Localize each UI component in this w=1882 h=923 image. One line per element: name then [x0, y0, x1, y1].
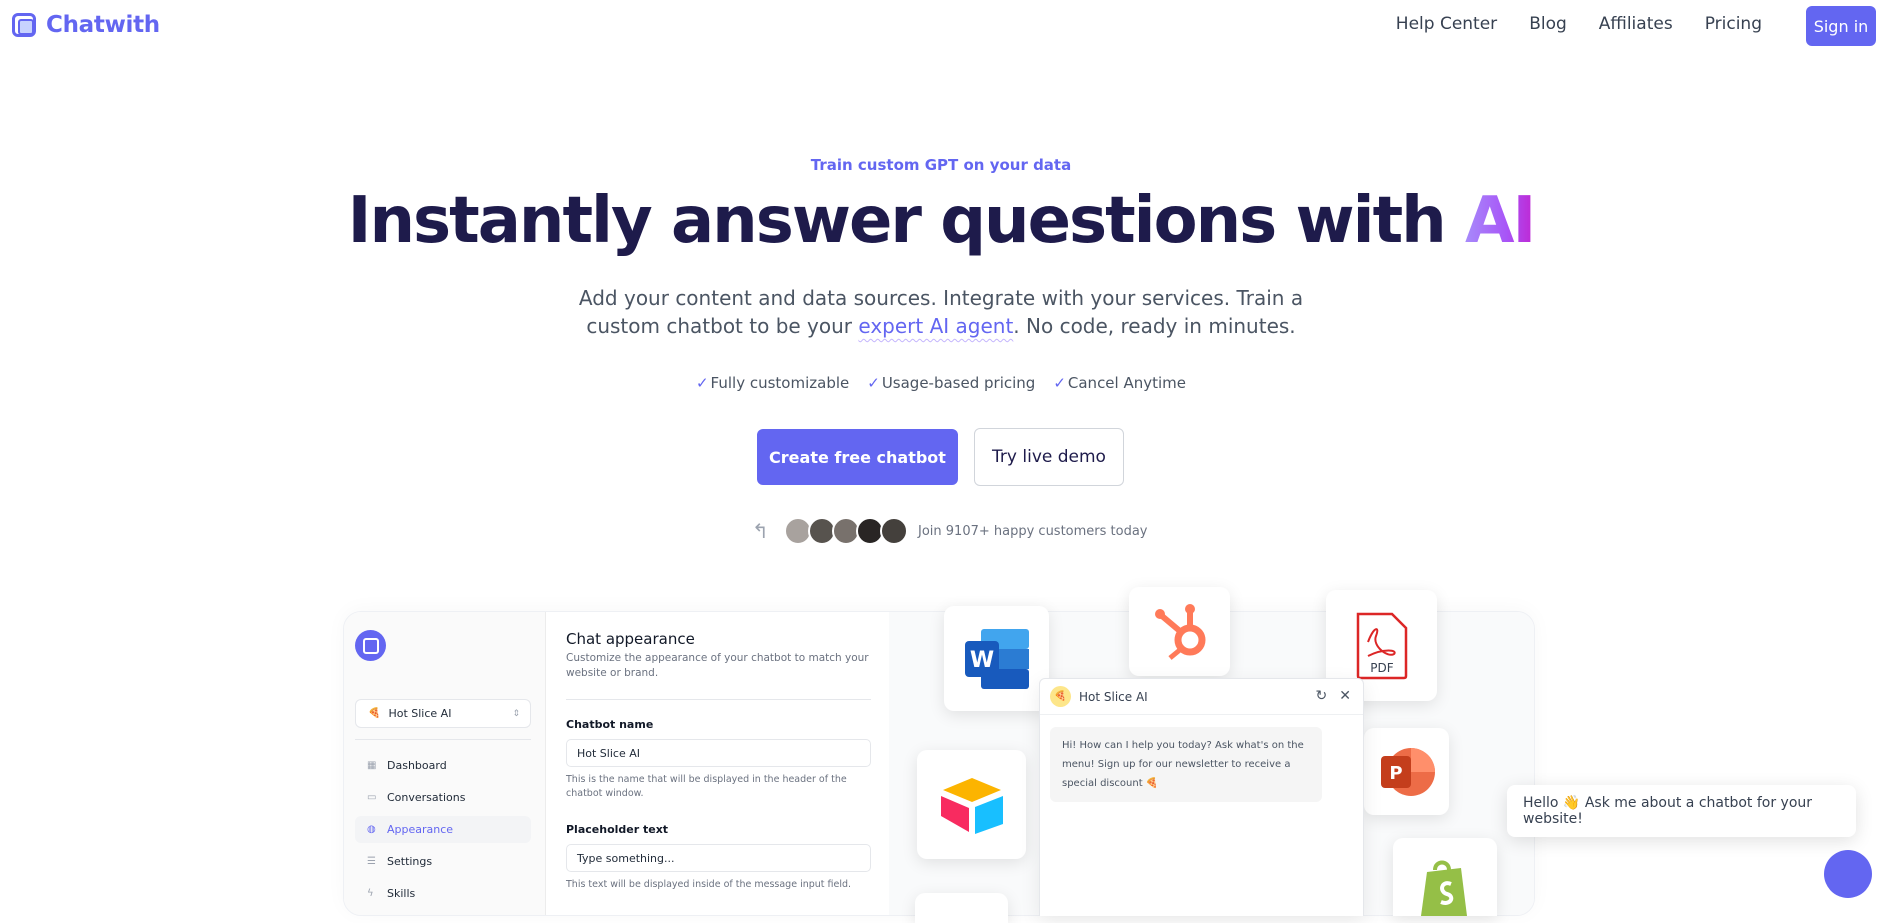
- live-demo-button[interactable]: Try live demo: [974, 428, 1124, 486]
- word-letter: W: [969, 648, 993, 673]
- chat-preview-window: 🍕 Hot Slice AI ↻ ✕ Hi! How can I help yo…: [1039, 678, 1364, 916]
- sidebar-item-dashboard[interactable]: ▦ Dashboard: [355, 752, 531, 779]
- sidebar-item-label: Settings: [387, 855, 433, 868]
- chatbot-name-input[interactable]: Hot Slice AI: [566, 739, 871, 767]
- pizza-icon: 🍕: [1050, 686, 1071, 707]
- placeholder-text-input[interactable]: Type something...: [566, 844, 871, 872]
- customer-avatars: [784, 517, 908, 545]
- check-icon: ✓: [695, 374, 709, 392]
- create-chatbot-button[interactable]: Create free chatbot: [757, 429, 958, 485]
- word-icon: W: [944, 606, 1049, 711]
- app-logo-icon: [355, 630, 386, 661]
- chat-message: Hi! How can I help you today? Ask what's…: [1050, 727, 1322, 802]
- social-proof: ↰ Join 9107+ happy customers today: [752, 515, 1148, 547]
- chevron-updown-icon: ⇕: [512, 708, 520, 719]
- curved-arrow-icon: ↰: [752, 519, 769, 543]
- chat-bot-name: Hot Slice AI: [1079, 689, 1148, 704]
- sidebar-menu: ▦ Dashboard ▭ Conversations ◍ Appearance ☰ S…: [355, 752, 531, 912]
- chat-header: 🍕 Hot Slice AI ↻ ✕: [1040, 679, 1363, 715]
- sliders-icon: ☰: [367, 856, 376, 867]
- sidebar-item-skills[interactable]: ϟ Skills: [355, 880, 531, 907]
- check-label: Fully customizable: [710, 374, 850, 392]
- palette-icon: ◍: [367, 824, 376, 835]
- sidebar-item-label: Skills: [387, 887, 416, 900]
- hero-title: Instantly answer questions with AI: [0, 184, 1882, 258]
- nav-link-help-center[interactable]: Help Center: [1396, 14, 1497, 34]
- form-title: Chat appearance: [566, 630, 695, 648]
- social-proof-text: Join 9107+ happy customers today: [918, 523, 1148, 539]
- sign-in-button[interactable]: Sign in: [1806, 6, 1876, 46]
- close-icon[interactable]: ✕: [1339, 688, 1351, 704]
- ppt-letter: P: [1389, 763, 1402, 784]
- hubspot-icon: [1129, 587, 1230, 676]
- bolt-icon: ϟ: [367, 888, 374, 899]
- sidebar-item-appearance[interactable]: ◍ Appearance: [355, 816, 531, 843]
- powerpoint-icon: P: [1364, 728, 1449, 815]
- feature-checks: ✓ Fully customizable ✓ Usage-based pricing…: [0, 374, 1882, 392]
- chat-controls: ↻ ✕: [1316, 688, 1351, 704]
- sidebar-item-label: Appearance: [387, 823, 454, 836]
- chat-widget-bubble[interactable]: Hello 👋 Ask me about a chatbot for your …: [1507, 785, 1856, 837]
- top-nav: Chatwith Help Center Blog Affiliates Pri…: [0, 0, 1882, 52]
- appearance-form: Chat appearance Customize the appearance…: [546, 612, 889, 915]
- refresh-icon[interactable]: ↻: [1316, 688, 1328, 704]
- pdf-label: PDF: [1370, 661, 1393, 675]
- check-item: ✓ Usage-based pricing: [867, 374, 1035, 392]
- check-label: Usage-based pricing: [881, 374, 1036, 392]
- bot-selector-label: Hot Slice AI: [388, 707, 452, 720]
- nav-link-pricing[interactable]: Pricing: [1705, 14, 1762, 34]
- chatbot-name-label: Chatbot name: [566, 718, 654, 731]
- divider: [566, 699, 871, 700]
- hero-title-main: Instantly answer questions with: [347, 184, 1466, 258]
- divider: [355, 739, 531, 740]
- logo-icon: [12, 13, 36, 37]
- nav-link-blog[interactable]: Blog: [1529, 14, 1567, 34]
- sidebar-item-settings[interactable]: ☰ Settings: [355, 848, 531, 875]
- shopify-icon: [1393, 838, 1497, 916]
- grid-icon: ▦: [367, 760, 377, 771]
- placeholder-text-help: This text will be displayed inside of th…: [566, 879, 852, 890]
- logo-text: Chatwith: [46, 12, 160, 38]
- inbox-icon: ▭: [367, 792, 377, 803]
- hero-subtitle-highlight: expert AI agent: [858, 314, 1014, 338]
- airtable-icon: [917, 750, 1026, 859]
- hero-eyebrow: Train custom GPT on your data: [810, 156, 1072, 174]
- chat-launcher-button[interactable]: [1824, 850, 1872, 898]
- placeholder-text-label: Placeholder text: [566, 823, 669, 836]
- sidebar-item-label: Conversations: [387, 791, 466, 804]
- nav-link-affiliates[interactable]: Affiliates: [1599, 14, 1673, 34]
- nav-links: Help Center Blog Affiliates Pricing: [1396, 14, 1762, 34]
- sidebar-item-conversations[interactable]: ▭ Conversations: [355, 784, 531, 811]
- check-icon: ✓: [867, 374, 880, 392]
- mockup-sidebar: 🍕 Hot Slice AI ⇕ ▦ Dashboard ▭ Conversatio…: [344, 612, 546, 915]
- form-description: Customize the appearance of your chatbot…: [566, 652, 869, 679]
- pizza-icon: 🍕: [368, 708, 381, 719]
- chatbot-name-help: This is the name that will be displayed …: [566, 774, 847, 799]
- check-item: ✓ Fully customizable: [696, 374, 849, 392]
- bot-selector[interactable]: 🍕 Hot Slice AI ⇕: [355, 699, 531, 728]
- check-item: ✓ Cancel Anytime: [1053, 374, 1186, 392]
- integration-tile: [915, 893, 1008, 923]
- hero-subtitle: Add your content and data sources. Integ…: [541, 284, 1341, 340]
- hero-title-accent: AI: [1465, 184, 1536, 258]
- hero-subtitle-after: . No code, ready in minutes.: [1013, 314, 1296, 338]
- sidebar-item-label: Dashboard: [387, 759, 447, 772]
- check-icon: ✓: [1053, 374, 1066, 392]
- avatar: [880, 517, 908, 545]
- check-label: Cancel Anytime: [1067, 374, 1187, 392]
- logo[interactable]: Chatwith: [12, 12, 160, 38]
